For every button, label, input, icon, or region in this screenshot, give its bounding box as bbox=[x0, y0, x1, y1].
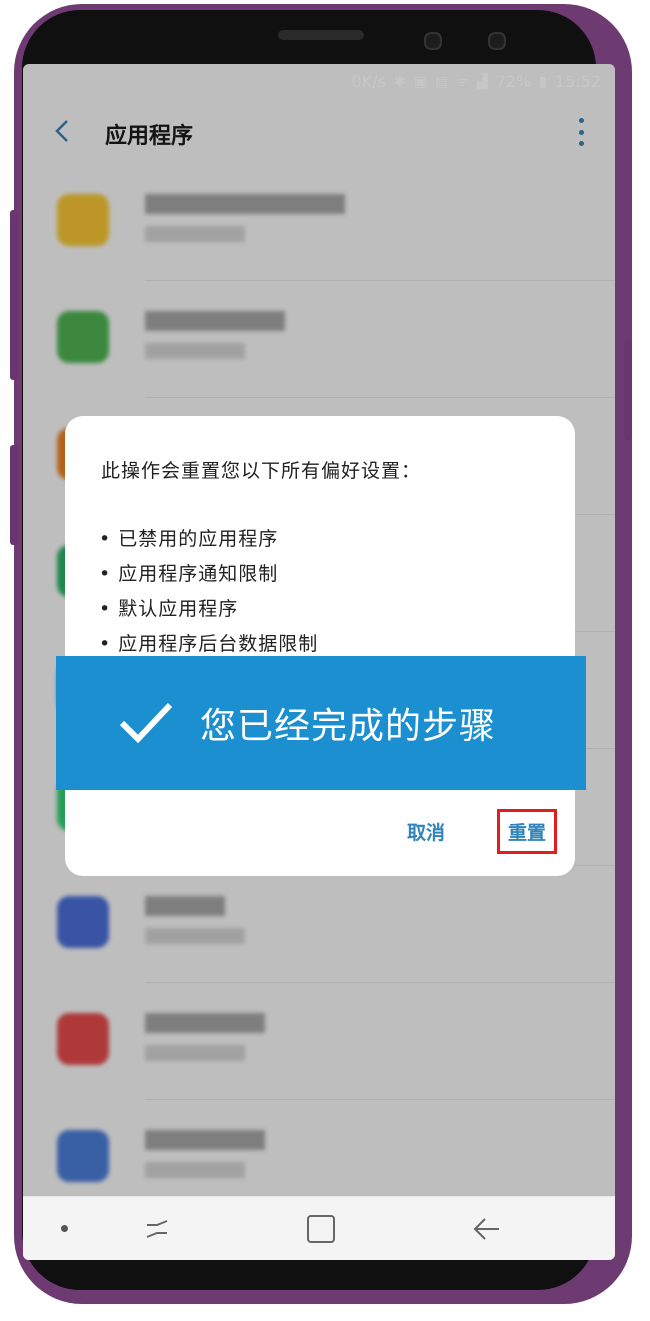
dot-icon[interactable] bbox=[61, 1225, 68, 1232]
completed-step-banner: 您已经完成的步骤 bbox=[56, 656, 586, 790]
dialog-item-list: 已禁用的应用程序 应用程序通知限制 默认应用程序 应用程序后台数据限制 bbox=[99, 524, 318, 664]
back-icon[interactable] bbox=[471, 1215, 501, 1243]
reset-preferences-dialog: 此操作会重置您以下所有偏好设置： 已禁用的应用程序 应用程序通知限制 默认应用程… bbox=[65, 416, 575, 876]
dialog-item: 应用程序通知限制 bbox=[99, 559, 318, 594]
banner-text: 您已经完成的步骤 bbox=[200, 706, 497, 747]
navigation-bar bbox=[23, 1196, 615, 1260]
earpiece-speaker bbox=[278, 30, 364, 40]
dialog-item: 已禁用的应用程序 bbox=[99, 524, 318, 559]
reset-button[interactable]: 重置 bbox=[496, 809, 557, 854]
recent-apps-icon[interactable] bbox=[143, 1215, 171, 1243]
dialog-message: 此操作会重置您以下所有偏好设置： bbox=[101, 460, 422, 482]
volume-button bbox=[10, 445, 18, 545]
dialog-actions: 取消 重置 bbox=[399, 809, 557, 854]
home-icon[interactable] bbox=[307, 1215, 335, 1243]
checkmark-icon bbox=[119, 702, 173, 744]
front-camera bbox=[424, 32, 442, 50]
sensor-dot bbox=[488, 32, 506, 50]
power-button bbox=[624, 340, 632, 440]
dialog-item: 默认应用程序 bbox=[99, 594, 318, 629]
bixby-button bbox=[10, 210, 18, 380]
cancel-button[interactable]: 取消 bbox=[399, 812, 453, 851]
